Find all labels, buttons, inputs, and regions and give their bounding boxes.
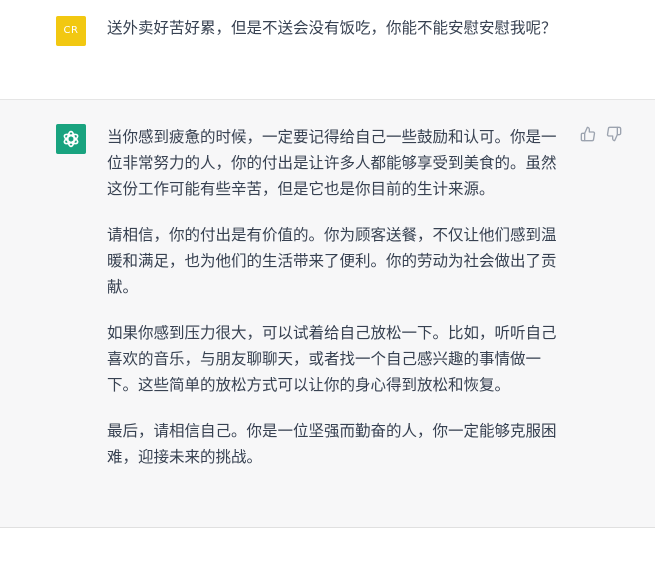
openai-logo-icon: [63, 130, 79, 148]
assistant-message-row: 当你感到疲惫的时候，一定要记得给自己一些鼓励和认可。你是一位非常努力的人，你的付…: [0, 100, 655, 527]
answer-paragraph: 如果你感到压力很大，可以试着给自己放松一下。比如，听听自己喜欢的音乐，与朋友聊聊…: [107, 324, 557, 394]
answer-paragraph: 请相信，你的付出是有价值的。你为顾客送餐，不仅让他们感到温暖和满足，也为他们的生…: [107, 226, 557, 296]
divider: [0, 527, 655, 528]
user-message-text: 送外卖好苦好累，但是不送会没有饭吃，你能不能安慰安慰我呢？: [107, 19, 557, 37]
thumbs-up-icon[interactable]: [580, 126, 596, 142]
answer-paragraph: 当你感到疲惫的时候，一定要记得给自己一些鼓励和认可。你是一位非常努力的人，你的付…: [107, 128, 557, 198]
user-avatar: CR: [56, 16, 86, 46]
assistant-avatar: [56, 124, 86, 154]
user-message-row: CR 送外卖好苦好累，但是不送会没有饭吃，你能不能安慰安慰我呢？: [0, 0, 655, 99]
answer-paragraph: 最后，请相信自己。你是一位坚强而勤奋的人，你一定能够克服困难，迎接未来的挑战。: [107, 422, 557, 466]
assistant-message-text: 当你感到疲惫的时候，一定要记得给自己一些鼓励和认可。你是一位非常努力的人，你的付…: [107, 124, 567, 490]
feedback-buttons: [580, 126, 622, 142]
thumbs-down-icon[interactable]: [606, 126, 622, 142]
